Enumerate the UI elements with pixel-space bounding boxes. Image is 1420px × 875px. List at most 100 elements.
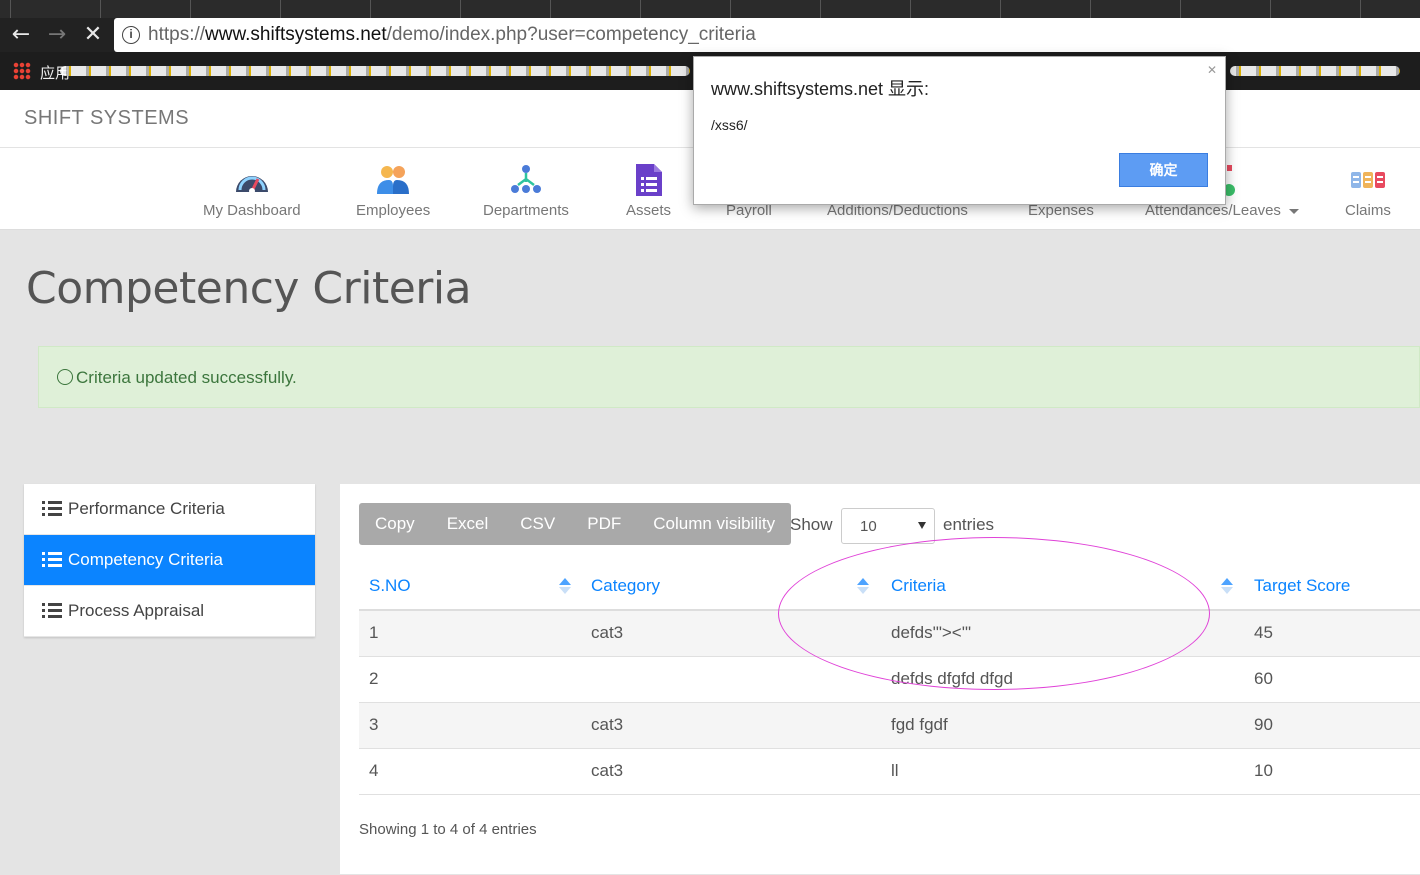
url-host: www.shiftsystems.net: [205, 24, 387, 45]
csv-button[interactable]: CSV: [504, 503, 571, 545]
excel-button[interactable]: Excel: [431, 503, 505, 545]
smile-icon: [57, 369, 73, 385]
copy-button[interactable]: Copy: [359, 503, 431, 545]
success-alert: Criteria updated successfully.: [38, 346, 1420, 408]
close-icon[interactable]: ✕: [1207, 63, 1217, 77]
dashboard-icon: [232, 162, 272, 198]
claims-icon: [1348, 162, 1388, 198]
alert-message: Criteria updated successfully.: [76, 368, 297, 387]
menu-item-departments[interactable]: Departments: [483, 162, 569, 219]
column-header-category[interactable]: Category: [581, 562, 881, 611]
ok-button[interactable]: 确定: [1119, 153, 1208, 187]
cell-criteria: defds'"><'": [881, 610, 1244, 657]
chevron-down-icon: [918, 522, 926, 529]
browser-tab[interactable]: [820, 0, 870, 18]
page-title: Competency Criteria: [26, 263, 472, 314]
browser-tab[interactable]: [1270, 0, 1320, 18]
export-button-group: Copy Excel CSV PDF Column visibility: [359, 503, 792, 545]
criteria-sidenav: Performance Criteria Competency Criteria…: [24, 484, 315, 637]
list-icon: [42, 501, 62, 517]
cell-criteria: defds dfgfd dfgd: [881, 656, 1244, 703]
column-visibility-button[interactable]: Column visibility: [637, 503, 791, 545]
sidenav-item-label: Competency Criteria: [68, 550, 223, 569]
pdf-button[interactable]: PDF: [571, 503, 637, 545]
browser-tab[interactable]: [910, 0, 960, 18]
cell-category: cat3: [581, 610, 881, 657]
browser-tab[interactable]: [460, 0, 510, 18]
entries-select-value: 10: [860, 518, 877, 535]
url-path: /demo/index.php?user=competency_criteria: [386, 24, 756, 45]
column-header-label: Category: [591, 575, 660, 595]
browser-toolbar: ← → ✕ i https://www.shiftsystems.net/dem…: [0, 18, 1420, 52]
browser-tab[interactable]: [190, 0, 240, 18]
stop-loading-icon[interactable]: ✕: [80, 22, 106, 48]
back-arrow-icon[interactable]: ←: [8, 22, 34, 48]
table-row[interactable]: 4 cat3 ll 10: [359, 748, 1420, 795]
url-scheme: https://: [148, 24, 206, 45]
sort-icon: [1221, 578, 1235, 600]
table-row[interactable]: 2 defds dfgfd dfgd 60: [359, 656, 1420, 703]
table-row[interactable]: 1 cat3 defds'"><'" 45: [359, 610, 1420, 657]
column-header-criteria[interactable]: Criteria: [881, 562, 1244, 611]
browser-tab[interactable]: [730, 0, 780, 18]
cell-criteria: fgd fgdf: [881, 702, 1244, 749]
brand-logo[interactable]: SHIFT SYSTEMS: [24, 107, 189, 130]
cell-category: [581, 656, 881, 703]
table-row[interactable]: 3 cat3 fgd fgdf 90: [359, 702, 1420, 749]
table-info: Showing 1 to 4 of 4 entries: [359, 821, 537, 838]
menu-item-claims[interactable]: Claims: [1345, 162, 1391, 219]
cell-category: cat3: [581, 748, 881, 795]
chevron-down-icon: [1289, 208, 1300, 214]
cell-target-score: 60: [1244, 656, 1420, 703]
column-header-sno[interactable]: S.NO: [359, 562, 581, 611]
address-bar[interactable]: i https://www.shiftsystems.net/demo/inde…: [114, 18, 1420, 52]
entries-label: entries: [943, 515, 995, 534]
cell-sno: 3: [359, 702, 581, 749]
sidenav-item-performance-criteria[interactable]: Performance Criteria: [24, 484, 315, 535]
apps-grid-icon[interactable]: [13, 62, 31, 80]
sidenav-item-competency-criteria[interactable]: Competency Criteria: [24, 535, 315, 586]
employees-icon: [373, 162, 413, 198]
sidenav-item-process-appraisal[interactable]: Process Appraisal: [24, 586, 315, 637]
cell-criteria: ll: [881, 748, 1244, 795]
menu-label: Employees: [356, 202, 431, 219]
column-header-label: S.NO: [369, 575, 411, 595]
sidenav-item-label: Performance Criteria: [68, 499, 225, 518]
address-url[interactable]: https://www.shiftsystems.net/demo/index.…: [148, 24, 756, 46]
browser-tab[interactable]: [280, 0, 330, 18]
list-icon: [42, 552, 62, 568]
entries-select[interactable]: 10: [841, 508, 935, 544]
browser-tab[interactable]: [370, 0, 420, 18]
sort-icon: [559, 578, 573, 600]
column-header-target-score[interactable]: Target Score: [1244, 562, 1420, 611]
browser-tab[interactable]: [10, 0, 60, 18]
menu-label: My Dashboard: [203, 202, 301, 219]
menu-label: Assets: [626, 202, 672, 219]
cell-target-score: 10: [1244, 748, 1420, 795]
menu-item-dashboard[interactable]: My Dashboard: [203, 162, 301, 219]
cell-category: cat3: [581, 702, 881, 749]
dialog-message: /xss6/: [711, 117, 748, 133]
browser-tab[interactable]: [1360, 0, 1410, 18]
menu-label: Claims: [1345, 202, 1391, 219]
browser-tab[interactable]: [1180, 0, 1230, 18]
menu-label: Departments: [483, 202, 569, 219]
menu-item-employees[interactable]: Employees: [356, 162, 430, 219]
table-header-row: S.NO Category Criteria Target Score: [359, 562, 1420, 611]
assets-icon: [629, 162, 669, 198]
browser-tab[interactable]: [640, 0, 690, 18]
browser-tab[interactable]: [1090, 0, 1140, 18]
browser-tab-strip: [0, 0, 1420, 18]
criteria-table: S.NO Category Criteria Target Score 1 ca…: [359, 562, 1420, 795]
site-info-icon[interactable]: i: [122, 26, 140, 44]
browser-tab[interactable]: [550, 0, 600, 18]
redaction-scribble: [1230, 66, 1400, 76]
menu-item-assets[interactable]: Assets: [626, 162, 671, 219]
browser-tab[interactable]: [100, 0, 150, 18]
departments-icon: [506, 162, 546, 198]
show-label: Show: [790, 515, 833, 534]
forward-arrow-icon[interactable]: →: [44, 22, 70, 48]
browser-tab[interactable]: [1000, 0, 1050, 18]
redaction-scribble: [60, 66, 690, 76]
sort-icon: [857, 578, 871, 600]
